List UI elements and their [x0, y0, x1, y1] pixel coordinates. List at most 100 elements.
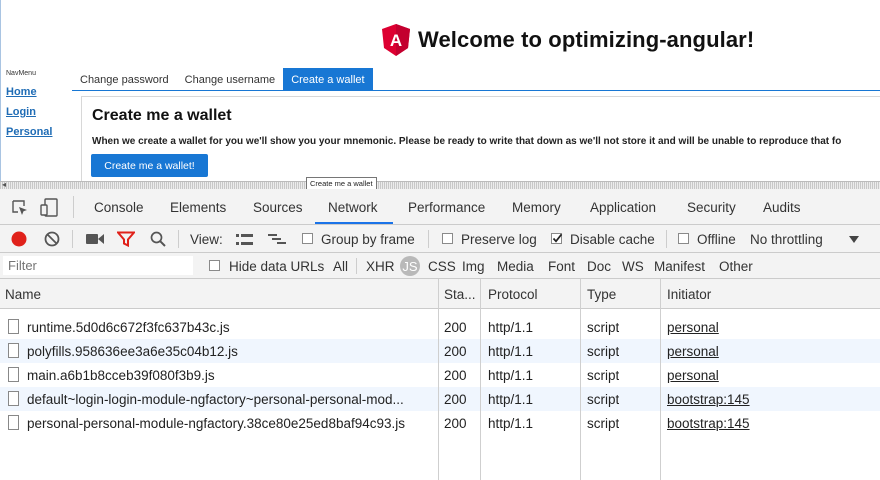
request-name: runtime.5d0d6c672f3fc637b43c.js [27, 320, 230, 335]
column-header-type[interactable]: Type [587, 279, 616, 309]
panel-title: Create me a wallet [92, 107, 232, 124]
angular-logo-letter: A [390, 31, 402, 50]
filter-type-js[interactable]: JS [400, 256, 420, 276]
toolbar-divider [73, 196, 74, 218]
nav-menu: NavMenu Home Login Personal [6, 70, 68, 146]
tab-change-password[interactable]: Change password [72, 68, 177, 91]
column-divider[interactable] [438, 279, 439, 480]
app-tab-bar: Change password Change username Create a… [72, 68, 373, 91]
table-header: Name Sta... Protocol Type Initiator [0, 279, 880, 309]
disable-cache-label: Disable cache [570, 232, 655, 247]
file-icon [8, 319, 19, 334]
column-divider[interactable] [480, 279, 481, 480]
tab-security[interactable]: Security [687, 189, 736, 225]
throttling-select[interactable]: No throttling [750, 225, 823, 253]
table-row[interactable]: polyfills.958636ee3a6e35c04b12.js 200 ht… [0, 339, 880, 363]
request-initiator-link[interactable]: personal [667, 339, 719, 363]
nav-link-home[interactable]: Home [6, 86, 68, 98]
nav-link-personal[interactable]: Personal [6, 126, 68, 138]
filter-type-ws[interactable]: WS [622, 253, 644, 279]
toolbar-divider [428, 230, 429, 248]
table-row[interactable]: main.a6b1b8cceb39f080f3b9.js 200 http/1.… [0, 363, 880, 387]
filter-type-xhr[interactable]: XHR [366, 253, 395, 279]
filter-type-manifest[interactable]: Manifest [654, 253, 705, 279]
toolbar-divider [72, 230, 73, 248]
group-by-frame-checkbox[interactable] [302, 233, 313, 244]
tab-sources[interactable]: Sources [253, 189, 303, 225]
device-toolbar-icon[interactable] [40, 198, 60, 217]
request-status: 200 [444, 320, 467, 335]
chevron-down-icon[interactable] [849, 236, 859, 243]
create-wallet-button[interactable]: Create me a wallet! [91, 154, 208, 177]
toolbar-divider [178, 230, 179, 248]
request-name: personal-personal-module-ngfactory.38ce8… [27, 416, 405, 431]
tab-memory[interactable]: Memory [512, 189, 561, 225]
request-protocol: http/1.1 [488, 368, 534, 383]
camera-icon[interactable] [86, 233, 104, 245]
file-icon [8, 343, 19, 358]
column-header-status[interactable]: Sta... [444, 279, 476, 309]
request-name: main.a6b1b8cceb39f080f3b9.js [27, 368, 215, 383]
tab-change-username[interactable]: Change username [177, 68, 284, 91]
disable-cache-checkbox[interactable] [551, 233, 563, 244]
request-status: 200 [444, 392, 467, 407]
nav-link-login[interactable]: Login [6, 106, 68, 118]
toolbar-divider [666, 230, 667, 248]
request-initiator-link[interactable]: bootstrap:145 [667, 411, 750, 435]
filter-type-css[interactable]: CSS [428, 253, 456, 279]
table-row[interactable]: runtime.5d0d6c672f3fc637b43c.js 200 http… [0, 315, 880, 339]
request-initiator-link[interactable]: bootstrap:145 [667, 387, 750, 411]
column-header-initiator[interactable]: Initiator [667, 279, 711, 309]
app-viewport: A Welcome to optimizing-angular! NavMenu… [0, 0, 880, 183]
request-protocol: http/1.1 [488, 344, 534, 359]
filter-type-doc[interactable]: Doc [587, 253, 611, 279]
preserve-log-label: Preserve log [461, 232, 537, 247]
filter-bar: Hide data URLs All XHR JS CSS Img Media … [0, 253, 880, 279]
hide-data-urls-checkbox[interactable] [209, 260, 220, 271]
panel-description: When we create a wallet for you we'll sh… [92, 136, 842, 147]
filter-type-other[interactable]: Other [719, 253, 753, 279]
waterfall-overview-icon[interactable] [268, 234, 286, 245]
clear-icon[interactable] [44, 231, 60, 247]
devtools-tab-bar: Console Elements Sources Network Perform… [0, 189, 880, 225]
tab-divider [72, 90, 880, 91]
offline-checkbox[interactable] [678, 233, 689, 244]
request-protocol: http/1.1 [488, 320, 534, 335]
devtools-resize-handle[interactable]: ◂ [0, 180, 880, 189]
tab-performance[interactable]: Performance [408, 189, 485, 225]
inspect-element-icon[interactable] [11, 199, 28, 216]
record-icon[interactable] [11, 231, 27, 247]
filter-type-font[interactable]: Font [548, 253, 575, 279]
scroll-left-arrow-icon[interactable]: ◂ [2, 180, 6, 189]
request-initiator-link[interactable]: personal [667, 363, 719, 387]
tab-audits[interactable]: Audits [763, 189, 801, 225]
tab-application[interactable]: Application [590, 189, 656, 225]
request-status: 200 [444, 416, 467, 431]
table-row[interactable]: default~login-login-module-ngfactory~per… [0, 387, 880, 411]
tab-console[interactable]: Console [94, 189, 144, 225]
column-header-name[interactable]: Name [5, 279, 41, 309]
tab-network[interactable]: Network [328, 189, 378, 225]
filter-icon[interactable] [117, 231, 135, 247]
filter-type-all[interactable]: All [333, 253, 348, 279]
filter-type-img[interactable]: Img [462, 253, 485, 279]
table-row[interactable]: personal-personal-module-ngfactory.38ce8… [0, 411, 880, 435]
column-divider[interactable] [660, 279, 661, 480]
request-status: 200 [444, 344, 467, 359]
large-request-rows-icon[interactable] [236, 234, 253, 245]
request-type: script [587, 392, 620, 407]
column-header-protocol[interactable]: Protocol [488, 279, 538, 309]
tab-create-wallet[interactable]: Create a wallet [283, 68, 373, 91]
filter-input[interactable] [3, 256, 193, 275]
tab-elements[interactable]: Elements [170, 189, 226, 225]
toolbar-divider [356, 258, 357, 274]
request-status: 200 [444, 368, 467, 383]
search-icon[interactable] [150, 231, 166, 247]
filter-type-media[interactable]: Media [497, 253, 534, 279]
request-name: default~login-login-module-ngfactory~per… [27, 392, 404, 407]
preserve-log-checkbox[interactable] [442, 233, 453, 244]
request-initiator-link[interactable]: personal [667, 315, 719, 339]
request-protocol: http/1.1 [488, 416, 534, 431]
column-divider[interactable] [580, 279, 581, 480]
network-toolbar: View: Group by frame Preserve log Disabl… [0, 225, 880, 253]
